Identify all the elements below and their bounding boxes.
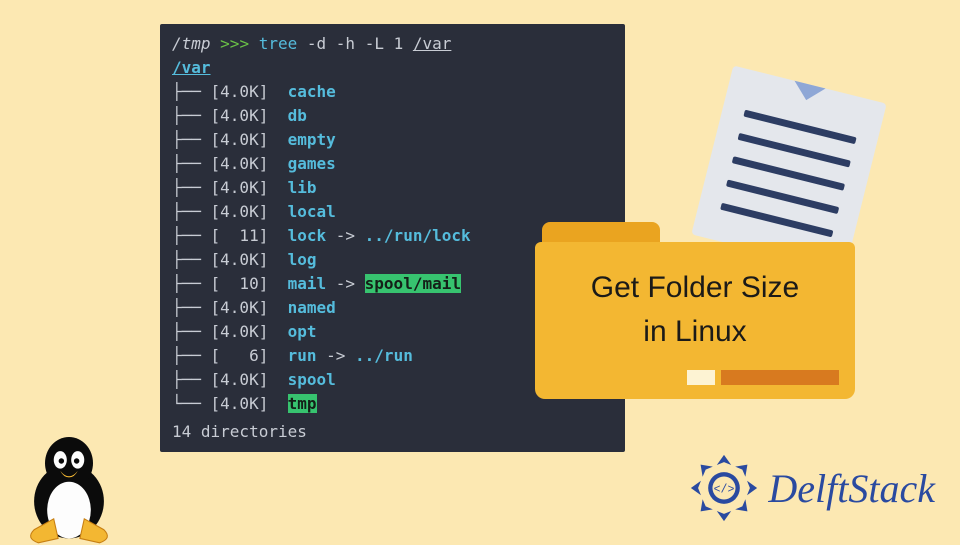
- tree-entry: ├── [4.0K] games: [172, 152, 613, 176]
- tux-icon: [10, 425, 128, 545]
- command-args: -d -h -L 1: [307, 34, 403, 53]
- bar-small-icon: [687, 370, 715, 385]
- prompt-cwd: /tmp: [172, 34, 211, 53]
- delftstack-logo: </> DelftStack: [688, 452, 935, 524]
- tree-entry: ├── [4.0K] empty: [172, 128, 613, 152]
- card-title-line-2: in Linux: [643, 315, 746, 348]
- tree-root: /var: [172, 58, 211, 77]
- tree-summary: 14 directories: [172, 420, 613, 444]
- delftstack-text: DelftStack: [768, 465, 935, 512]
- progress-decoration: [687, 370, 839, 385]
- tree-entry: ├── [4.0K] lib: [172, 176, 613, 200]
- card-title: Get Folder Size in Linux: [591, 266, 799, 353]
- card-title-line-1: Get Folder Size: [591, 271, 799, 304]
- tree-entry: ├── [4.0K] cache: [172, 80, 613, 104]
- tree-entry: ├── [4.0K] local: [172, 200, 613, 224]
- title-card: Get Folder Size in Linux: [535, 222, 855, 399]
- prompt-arrows-icon: >>>: [220, 34, 249, 53]
- command-path: /var: [413, 34, 452, 53]
- command-name: tree: [259, 34, 298, 53]
- folder-body-icon: Get Folder Size in Linux: [535, 242, 855, 399]
- bar-large-icon: [721, 370, 839, 385]
- delftstack-mark-icon: </>: [688, 452, 760, 524]
- svg-text:</>: </>: [714, 483, 735, 496]
- tree-entry: ├── [4.0K] db: [172, 104, 613, 128]
- paper-fold-icon: [790, 80, 827, 105]
- terminal-prompt-line: /tmp >>> tree -d -h -L 1 /var: [172, 32, 613, 56]
